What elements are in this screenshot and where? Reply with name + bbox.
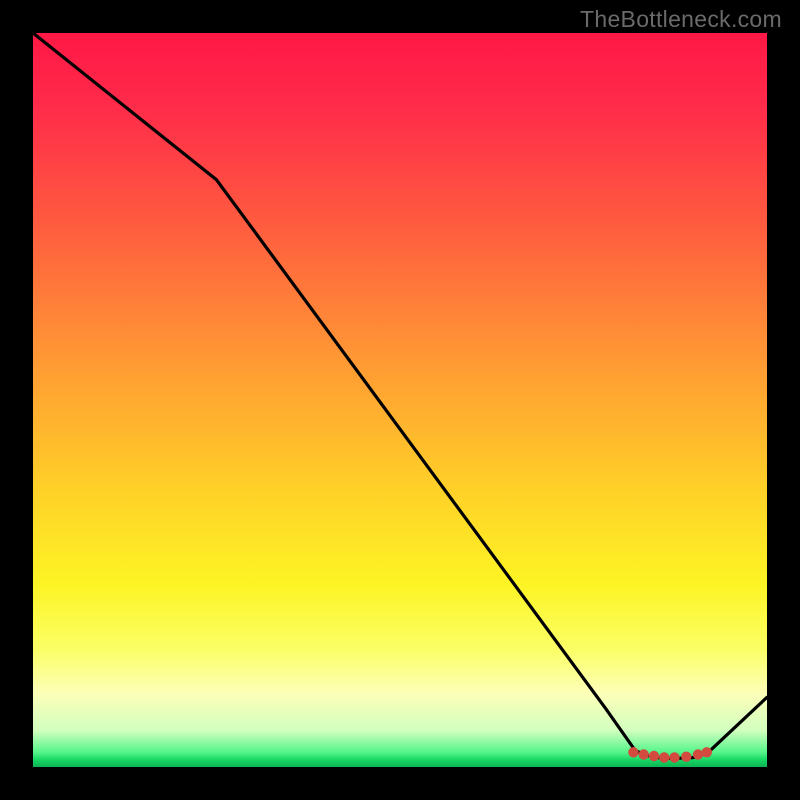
chart-svg <box>33 33 767 767</box>
marker-dot <box>669 752 679 762</box>
plot-area <box>33 33 767 767</box>
marker-dot <box>702 747 712 757</box>
watermark-text: TheBottleneck.com <box>580 6 782 33</box>
marker-dot <box>649 751 659 761</box>
marker-dot <box>639 749 649 759</box>
marker-dot <box>693 749 703 759</box>
marker-dot <box>681 752 691 762</box>
marker-dot <box>659 752 669 762</box>
marker-dot <box>628 747 638 757</box>
bottleneck-curve <box>33 33 767 758</box>
marker-cluster <box>628 747 712 763</box>
